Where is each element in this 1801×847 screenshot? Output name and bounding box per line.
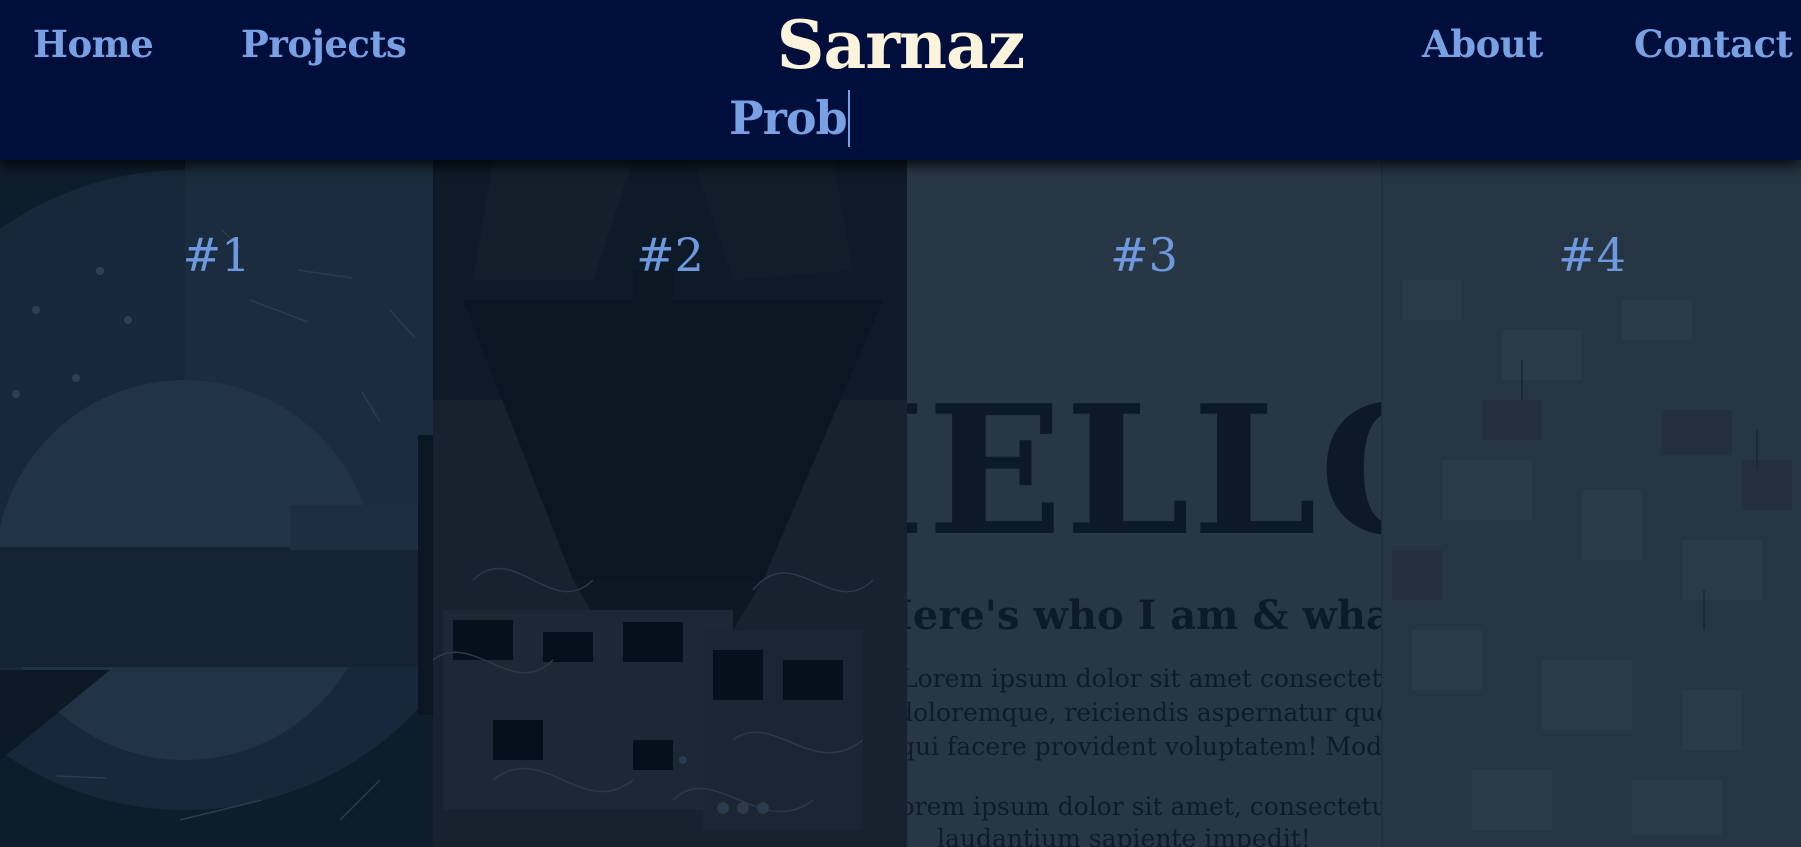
nav-contact-link[interactable]: Contact xyxy=(1634,22,1793,66)
text-caret xyxy=(847,89,850,147)
typewriter-subtitle: Prob xyxy=(729,88,850,148)
preview-body-line: laudantium sapiente impedit! xyxy=(937,824,1311,847)
project-panel-1[interactable]: #1 xyxy=(0,160,433,847)
preview-hello-heading: HELLO xyxy=(907,366,1381,575)
panel-4-number: #4 xyxy=(1558,228,1626,282)
typewriter-text: Prob xyxy=(729,91,848,145)
site-header: Home Projects Sarnaz Prob About Contact xyxy=(0,0,1801,160)
project-panel-2[interactable]: #2 xyxy=(433,160,907,847)
project-panels: #1 #2 #3 ELL ere's who I am & wha Lorem … xyxy=(0,160,1801,847)
preview-body-line: Lorem ipsum dolor sit amet consectetur a… xyxy=(907,664,1381,693)
preview-hello-subheading: Here's who I am & what I do xyxy=(907,592,1381,639)
panel-3-number: #3 xyxy=(1110,228,1178,282)
nav-about-link[interactable]: About xyxy=(1422,22,1543,66)
project-panel-3[interactable]: #3 HELLO Here's who I am & what I do Lor… xyxy=(907,160,1381,847)
project-panel-4[interactable]: #4 xyxy=(1381,160,1801,847)
panel-2-number: #2 xyxy=(636,228,704,282)
preview-body-line: Lorem ipsum dolor sit amet, consectetur … xyxy=(907,792,1381,821)
preview-body-line: qui facere provident voluptatem! Modi do… xyxy=(907,732,1381,761)
panel-1-number: #1 xyxy=(182,228,251,282)
preview-body-line: doloremque, reiciendis aspernatur quod a… xyxy=(907,698,1381,727)
